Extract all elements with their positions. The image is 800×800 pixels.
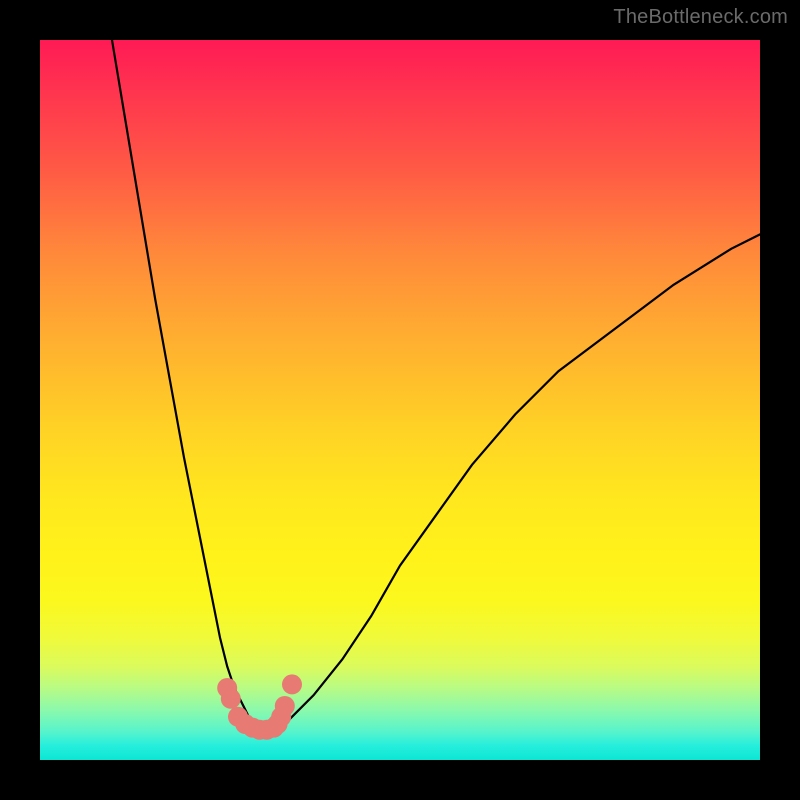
valley-marker xyxy=(275,696,295,716)
chart-frame: TheBottleneck.com xyxy=(0,0,800,800)
watermark-text: TheBottleneck.com xyxy=(613,6,788,29)
left-curve xyxy=(112,40,270,731)
valley-marker xyxy=(282,674,302,694)
plot-area xyxy=(40,40,760,760)
curves-svg xyxy=(40,40,760,760)
right-curve xyxy=(278,234,760,731)
valley-markers xyxy=(217,674,302,739)
valley-marker xyxy=(221,689,241,709)
